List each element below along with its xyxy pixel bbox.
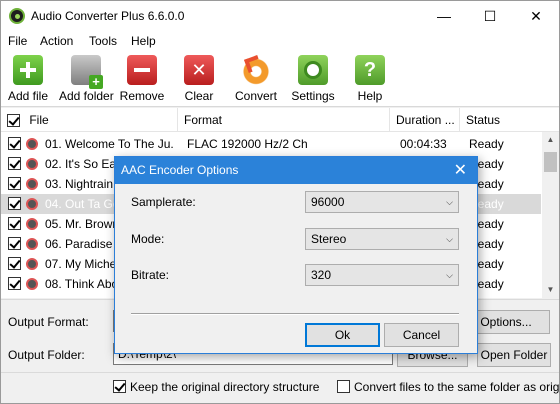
minimize-button[interactable]: — <box>421 1 467 31</box>
convert-label: Convert <box>234 89 278 103</box>
bitrate-select[interactable]: 320 ⌵ <box>305 264 459 286</box>
add-file-button[interactable]: Add file <box>7 55 49 105</box>
help-label: Help <box>357 89 383 103</box>
column-file-label: File <box>29 113 49 127</box>
select-all-checkbox[interactable] <box>7 114 20 128</box>
maximize-button[interactable]: ☐ <box>467 1 513 31</box>
audio-file-icon <box>26 278 38 290</box>
add-folder-button[interactable]: Add folder <box>59 55 114 105</box>
menu-bar: File Action Tools Help <box>1 31 559 51</box>
add-folder-icon <box>71 55 103 89</box>
remove-label: Remove <box>119 89 165 103</box>
clear-icon: ✕ <box>184 55 214 85</box>
scroll-up-icon[interactable]: ▲ <box>542 132 559 148</box>
dialog-title: AAC Encoder Options <box>121 163 239 177</box>
audio-file-icon <box>26 198 38 210</box>
audio-file-icon <box>26 258 38 270</box>
menu-tools[interactable]: Tools <box>89 34 117 48</box>
convert-button[interactable]: Convert <box>233 55 279 105</box>
bitrate-value: 320 <box>311 268 332 282</box>
title-bar: Audio Converter Plus 6.6.0.0 — ☐ ✕ <box>1 1 559 31</box>
audio-file-icon <box>26 138 38 150</box>
mode-label: Mode: <box>131 232 165 246</box>
divider <box>1 372 559 373</box>
column-duration[interactable]: Duration ... <box>390 108 460 132</box>
column-format[interactable]: Format <box>178 108 390 132</box>
app-logo-icon <box>9 8 25 24</box>
keep-structure-checkbox[interactable] <box>113 380 126 393</box>
cancel-button[interactable]: Cancel <box>384 323 459 347</box>
dialog-divider <box>131 313 459 315</box>
convert-icon <box>241 55 271 85</box>
table-row[interactable]: 01. Welcome To The Ju... FLAC 192000 Hz/… <box>1 134 541 154</box>
keep-structure-label: Keep the original directory structure <box>130 380 320 394</box>
bitrate-label: Bitrate: <box>131 268 170 282</box>
output-folder-label: Output Folder: <box>8 348 85 362</box>
row-checkbox[interactable] <box>8 137 21 150</box>
row-duration: 00:04:33 <box>400 137 447 151</box>
clear-label: Clear <box>184 89 214 103</box>
help-button[interactable]: ? Help <box>353 55 387 105</box>
column-status[interactable]: Status <box>460 108 542 132</box>
row-format: FLAC 192000 Hz/2 Ch <box>187 137 308 151</box>
audio-file-icon <box>26 238 38 250</box>
chevron-down-icon: ⌵ <box>446 270 453 280</box>
row-checkbox[interactable] <box>8 257 21 270</box>
row-checkbox[interactable] <box>8 237 21 250</box>
row-file-name: 01. Welcome To The Ju... <box>45 137 173 151</box>
chevron-down-icon: ⌵ <box>446 197 453 207</box>
app-window: Audio Converter Plus 6.6.0.0 — ☐ ✕ File … <box>0 0 560 404</box>
ok-button[interactable]: Ok <box>305 323 380 347</box>
menu-action[interactable]: Action <box>40 34 73 48</box>
samplerate-select[interactable]: 96000 ⌵ <box>305 191 459 213</box>
row-checkbox[interactable] <box>8 157 21 170</box>
row-checkbox[interactable] <box>8 217 21 230</box>
chevron-down-icon: ⌵ <box>446 234 453 244</box>
row-status: Ready <box>469 137 504 151</box>
audio-file-icon <box>26 178 38 190</box>
file-list-header: File Format Duration ... Status <box>1 108 559 132</box>
settings-icon <box>298 55 328 85</box>
settings-button[interactable]: Settings <box>290 55 336 105</box>
settings-label: Settings <box>291 89 335 103</box>
column-file[interactable]: File <box>1 108 178 132</box>
samplerate-label: Samplerate: <box>131 195 196 209</box>
row-checkbox[interactable] <box>8 177 21 190</box>
row-checkbox[interactable] <box>8 277 21 290</box>
clear-button[interactable]: ✕ Clear <box>179 55 219 105</box>
samplerate-value: 96000 <box>311 195 345 209</box>
add-folder-label: Add folder <box>59 89 114 103</box>
add-file-label: Add file <box>7 89 49 103</box>
help-icon: ? <box>355 55 385 85</box>
same-folder-label: Convert files to the same folder as orig… <box>354 380 560 394</box>
open-folder-button[interactable]: Open Folder <box>477 343 551 367</box>
mode-select[interactable]: Stereo ⌵ <box>305 228 459 250</box>
window-title: Audio Converter Plus 6.6.0.0 <box>31 9 185 23</box>
dialog-title-bar: AAC Encoder Options ✕ <box>115 157 477 184</box>
menu-file[interactable]: File <box>8 34 27 48</box>
same-folder-option[interactable]: Convert files to the same folder as orig… <box>337 380 560 394</box>
audio-file-icon <box>26 218 38 230</box>
remove-button[interactable]: Remove <box>119 55 165 105</box>
file-list-scrollbar[interactable]: ▲ ▼ <box>542 132 559 298</box>
row-checkbox[interactable] <box>8 197 21 210</box>
scroll-thumb[interactable] <box>544 152 557 172</box>
close-button[interactable]: ✕ <box>513 1 559 31</box>
remove-icon <box>127 55 157 85</box>
keep-structure-option[interactable]: Keep the original directory structure <box>113 380 319 394</box>
dialog-close-icon[interactable]: ✕ <box>454 160 467 180</box>
add-file-icon <box>13 55 43 85</box>
output-format-label: Output Format: <box>8 315 89 329</box>
menu-help[interactable]: Help <box>131 34 156 48</box>
mode-value: Stereo <box>311 232 347 246</box>
toolbar: Add file Add folder Remove ✕ Clear Conve… <box>1 51 559 107</box>
same-folder-checkbox[interactable] <box>337 380 350 393</box>
audio-file-icon <box>26 158 38 170</box>
aac-encoder-dialog: AAC Encoder Options ✕ Samplerate: 96000 … <box>114 156 478 354</box>
scroll-down-icon[interactable]: ▼ <box>542 282 559 298</box>
